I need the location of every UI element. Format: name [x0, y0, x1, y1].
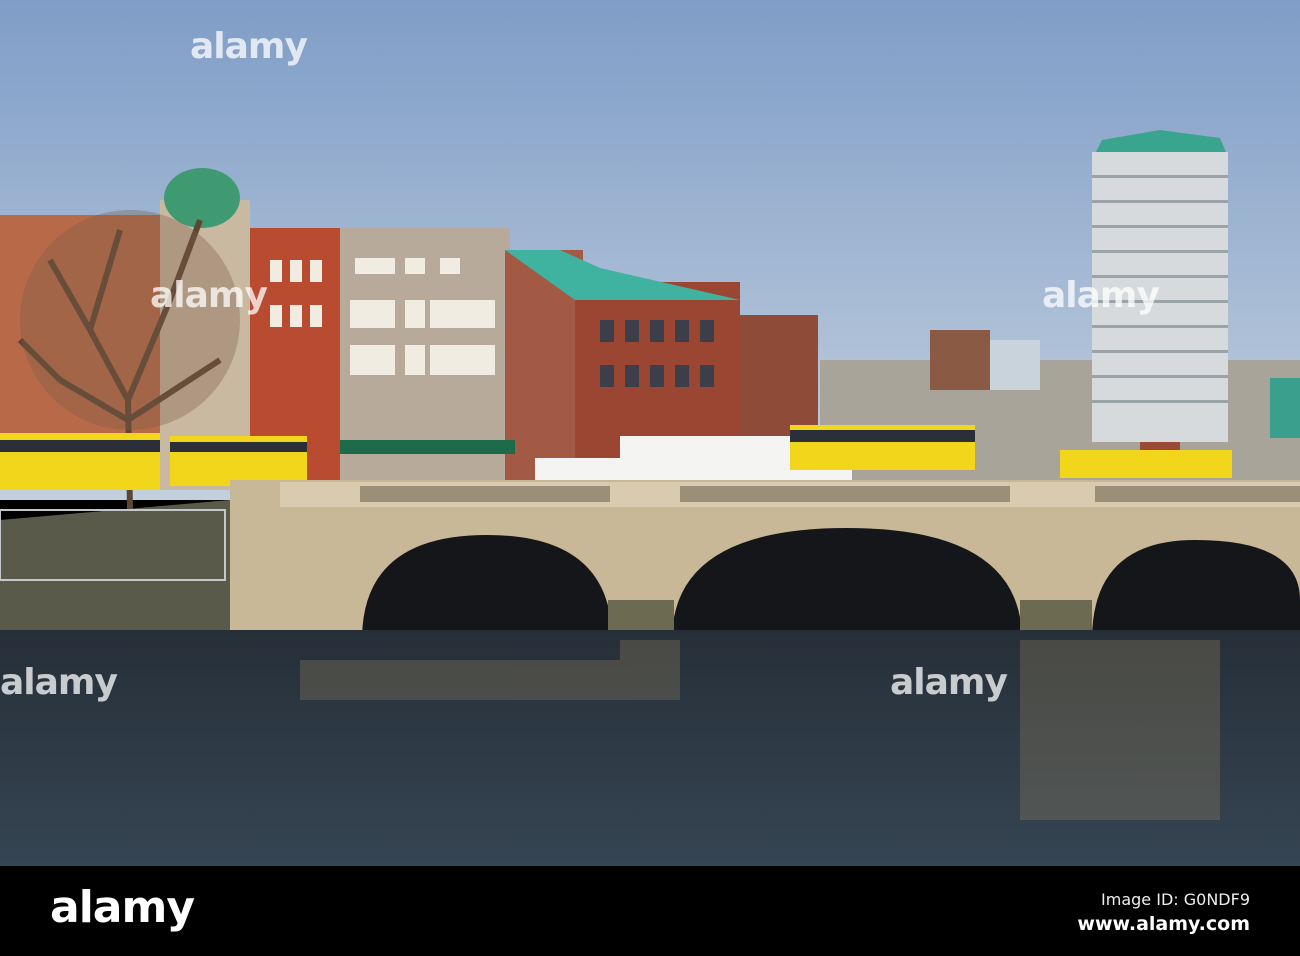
image-id: Image ID: G0NDF9 [1101, 890, 1250, 909]
green-dome [164, 168, 240, 228]
alamy-logo: alamy [50, 882, 195, 933]
photo: alamy alamy alamy alamy alamy alamy Imag… [0, 0, 1300, 956]
watermark-logo: alamy [150, 275, 268, 316]
footer-bar [0, 866, 1300, 956]
oconnell-bridge [230, 480, 1300, 640]
site-url: www.alamy.com [1077, 913, 1250, 935]
watermark-logo: alamy [1042, 275, 1160, 316]
watermark-logo: alamy [190, 26, 308, 67]
watermark-logo: alamy [0, 662, 118, 703]
watermark-logo: alamy [890, 662, 1008, 703]
scene-illustration [0, 0, 1300, 866]
